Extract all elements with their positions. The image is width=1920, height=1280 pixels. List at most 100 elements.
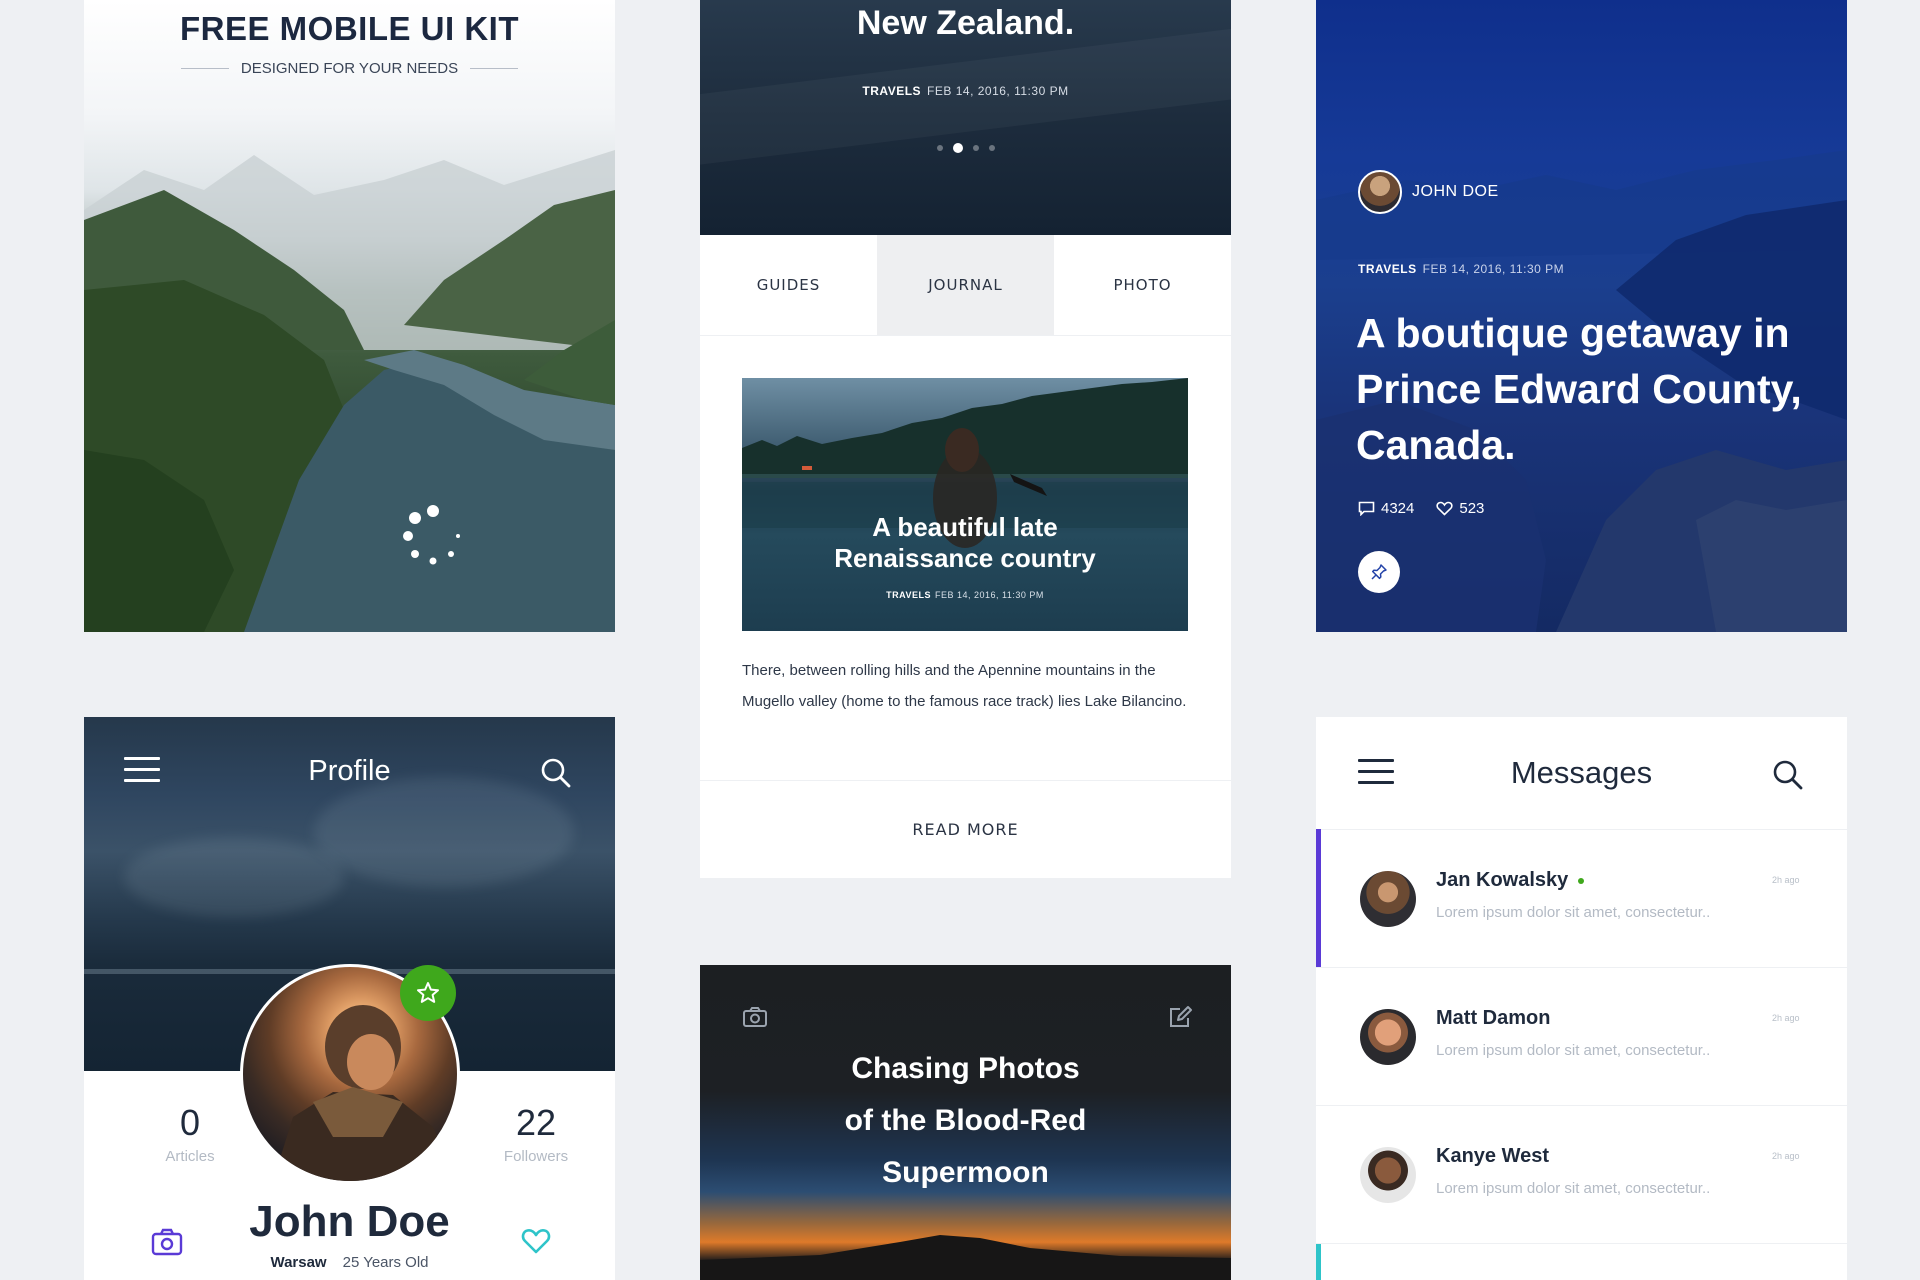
list-item[interactable]: Matt Damon Lorem ipsum dolor sit amet, co… — [1316, 967, 1847, 1106]
search-icon[interactable] — [540, 757, 572, 789]
row-accent — [1316, 1244, 1321, 1280]
mountain-landscape-image — [84, 150, 615, 632]
read-more-button[interactable]: READ MORE — [700, 780, 1231, 878]
feature-article-card[interactable]: A beautiful late Renaissance country TRA… — [742, 378, 1188, 631]
feature-category: TRAVELS — [886, 590, 931, 600]
page-title: Messages — [1510, 755, 1653, 790]
page-title: Profile — [308, 755, 391, 787]
edit-icon[interactable] — [1168, 1005, 1194, 1029]
profile-card: Profile 0 Articles 22 Followers John Doe — [84, 717, 615, 1280]
cloud — [124, 837, 344, 917]
comment-icon — [1358, 501, 1375, 516]
profile-topbar: Profile — [84, 717, 615, 827]
hero-meta: TRAVELS FEB 14, 2016, 11:30 PM — [700, 84, 1231, 98]
sender-name: Jan Kowalsky — [1436, 869, 1585, 892]
profile-age: 25 Years Old — [342, 1254, 429, 1271]
row-accent — [1316, 829, 1321, 967]
online-status-icon — [1578, 877, 1585, 884]
feature-title-line-2: Renaissance country — [834, 543, 1096, 573]
supermoon-title: Chasing Photos of the Blood-Red Supermoo… — [700, 1043, 1231, 1199]
profile-name: John Doe — [249, 1197, 450, 1246]
divider-right — [470, 68, 519, 69]
divider-left — [180, 68, 229, 69]
followers-stat[interactable]: 22 Followers — [476, 1102, 596, 1165]
article-date: FEB 14, 2016, 11:30 PM — [1422, 262, 1565, 276]
list-item[interactable]: Jan Kowalsky Lorem ipsum dolor sit amet, … — [1316, 829, 1847, 968]
carousel-dot[interactable] — [972, 145, 979, 151]
row-accent — [1316, 1105, 1321, 1243]
tab-guides[interactable]: GUIDES — [700, 235, 877, 335]
followers-label: Followers — [503, 1148, 569, 1165]
journal-tabs: GUIDES JOURNAL PHOTO — [700, 235, 1231, 336]
supermoon-card[interactable]: Chasing Photos of the Blood-Red Supermoo… — [700, 965, 1231, 1280]
message-time: 2h ago — [1772, 875, 1800, 885]
feature-title-line-1: A beautiful late — [872, 512, 1058, 542]
message-time: 2h ago — [1772, 1151, 1800, 1161]
articles-label: Articles — [165, 1148, 215, 1165]
article-stats: 4324 523 — [1358, 500, 1484, 517]
supermoon-title-line-1: Chasing Photos — [851, 1052, 1080, 1085]
journal-hero: New Zealand. TRAVELS FEB 14, 2016, 11:30 … — [700, 0, 1231, 235]
search-icon[interactable] — [1772, 759, 1804, 791]
sender-name: Kanye West — [1436, 1145, 1549, 1168]
feature-meta: TRAVELS FEB 14, 2016, 11:30 PM — [742, 590, 1188, 600]
hero-date: FEB 14, 2016, 11:30 PM — [927, 84, 1069, 98]
hill-silhouette — [700, 1235, 1231, 1280]
splash-card: FREE MOBILE UI KIT DESIGNED FOR YOUR NEE… — [84, 0, 615, 632]
article-meta: TRAVELS FEB 14, 2016, 11:30 PM — [1358, 262, 1564, 276]
avatar — [1360, 871, 1416, 927]
kit-title: FREE MOBILE UI KIT — [180, 10, 519, 47]
message-preview: Lorem ipsum dolor sit amet, consectetur.… — [1436, 1042, 1711, 1059]
list-item[interactable]: Kanye West Lorem ipsum dolor sit amet, co… — [1316, 1105, 1847, 1244]
pin-button[interactable] — [1358, 551, 1400, 593]
carousel-dot[interactable] — [988, 145, 995, 151]
avatar — [1360, 1009, 1416, 1065]
carousel-dot[interactable] — [952, 143, 963, 153]
avatar — [1358, 170, 1402, 214]
author-name: JOHN DOE — [1412, 183, 1499, 200]
comments-count: 4324 — [1381, 500, 1415, 517]
tab-photo[interactable]: PHOTO — [1054, 235, 1231, 335]
article-excerpt: There, between rolling hills and the Ape… — [742, 662, 1187, 710]
article-category: TRAVELS — [1358, 262, 1417, 276]
journal-card: New Zealand. TRAVELS FEB 14, 2016, 11:30 … — [700, 0, 1231, 878]
message-time: 2h ago — [1772, 1013, 1800, 1023]
camera-icon[interactable] — [742, 1005, 768, 1029]
feature-date: FEB 14, 2016, 11:30 PM — [934, 590, 1044, 600]
kit-subtitle: DESIGNED FOR YOUR NEEDS — [240, 60, 459, 77]
articles-count: 0 — [179, 1102, 201, 1143]
profile-city: Warsaw — [270, 1254, 327, 1271]
hero-category: TRAVELS — [862, 84, 922, 98]
row-accent — [1316, 967, 1321, 1105]
likes-count: 523 — [1459, 500, 1485, 517]
sender-name: Matt Damon — [1436, 1007, 1550, 1030]
tab-journal[interactable]: JOURNAL — [877, 235, 1054, 335]
list-item[interactable] — [1316, 1244, 1847, 1280]
message-preview: Lorem ipsum dolor sit amet, consectetur.… — [1436, 904, 1711, 921]
feature-title: A beautiful late Renaissance country — [742, 512, 1188, 574]
carousel-dots — [700, 143, 1231, 153]
articles-stat[interactable]: 0 Articles — [130, 1102, 250, 1165]
profile-details: Warsaw 25 Years Old — [84, 1254, 615, 1271]
messages-header: Messages — [1316, 717, 1847, 830]
supermoon-title-line-2: of the Blood-Red — [844, 1104, 1087, 1137]
author-row[interactable]: JOHN DOE — [1358, 170, 1499, 214]
pin-icon — [1371, 564, 1387, 580]
loading-spinner-icon — [403, 505, 460, 565]
hero-title: New Zealand. — [856, 4, 1075, 42]
canada-article-card[interactable]: JOHN DOE TRAVELS FEB 14, 2016, 11:30 PM A… — [1316, 0, 1847, 632]
messages-card: Messages Jan Kowalsky Lorem ipsum dolor s… — [1316, 717, 1847, 1280]
kit-subtitle-row: DESIGNED FOR YOUR NEEDS — [84, 60, 615, 77]
carousel-dot[interactable] — [936, 145, 943, 151]
likes-stat[interactable]: 523 — [1436, 500, 1484, 517]
sender-name-text: Kanye West — [1436, 1145, 1550, 1167]
sender-name-text: Matt Damon — [1436, 1007, 1551, 1029]
favorite-button[interactable] — [400, 965, 456, 1021]
avatar — [1360, 1147, 1416, 1203]
sender-name-text: Jan Kowalsky — [1436, 869, 1569, 891]
supermoon-title-line-3: Supermoon — [882, 1156, 1049, 1189]
comments-stat[interactable]: 4324 — [1358, 500, 1414, 517]
article-headline: A boutique getaway in Prince Edward Coun… — [1356, 310, 1802, 468]
star-icon — [417, 982, 439, 1003]
heart-icon — [1436, 501, 1453, 516]
